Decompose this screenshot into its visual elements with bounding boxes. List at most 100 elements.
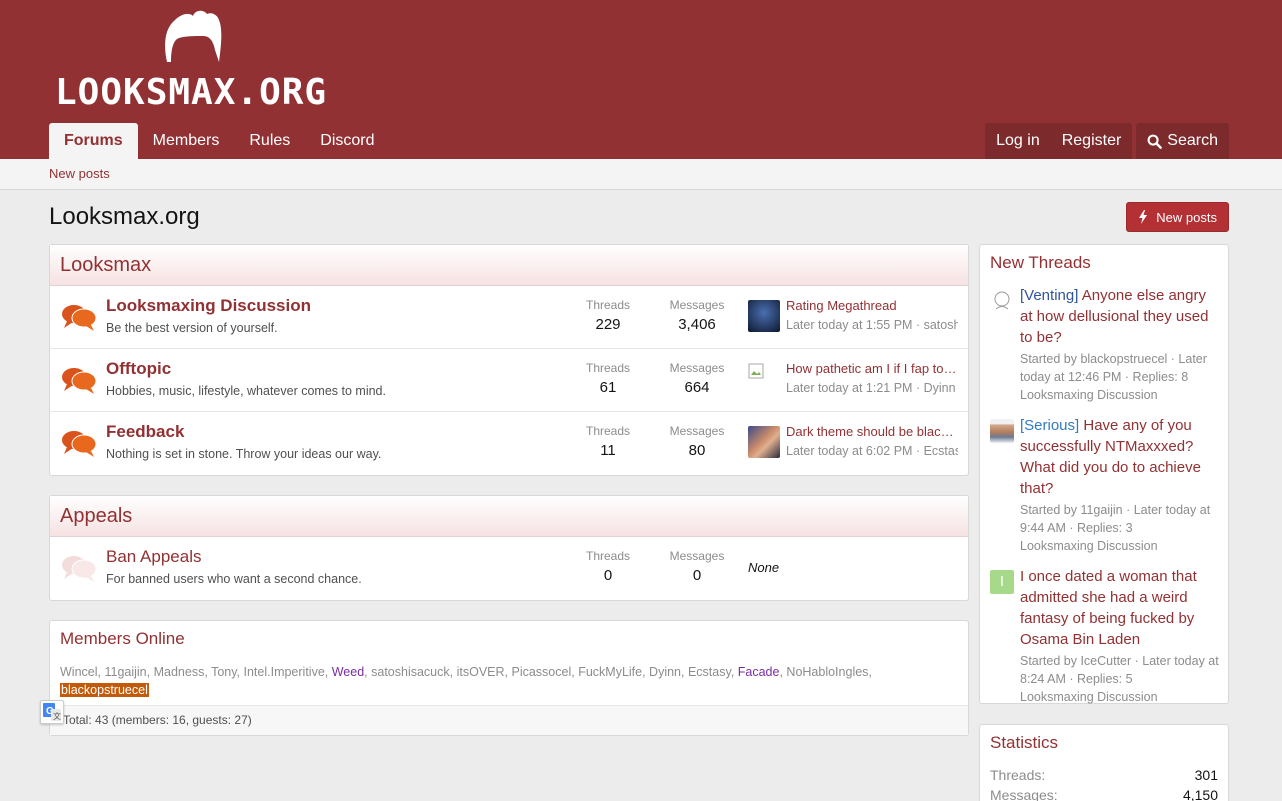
thread-title[interactable]: [Serious] Have any of you successfully N… (1020, 415, 1220, 499)
online-member-link[interactable]: itsOVER (457, 665, 505, 679)
forum-title[interactable]: Feedback (106, 422, 184, 442)
online-member-list: Wincel, 11gaijin, Madness, Tony, Intel.I… (60, 665, 872, 697)
list-item: [Serious] Have any of you successfully N… (980, 415, 1228, 555)
messages-stat: Messages 80 (666, 424, 728, 459)
members-online-title[interactable]: Members Online (50, 621, 968, 657)
threads-count: 229 (595, 316, 621, 333)
messages-stat: Messages 0 (666, 549, 728, 584)
last-post-title[interactable]: How pathetic am I if I fap to… (786, 361, 958, 376)
thread-forum[interactable]: Looksmaxing Discussion (1020, 386, 1220, 404)
online-member-link[interactable]: Ecstasy (688, 665, 731, 679)
avatar[interactable] (990, 289, 1014, 313)
statistics-title[interactable]: Statistics (980, 725, 1228, 761)
threads-stat: Threads 229 (578, 298, 638, 333)
new-threads-panel: New Threads [Venting] Anyone else angry … (979, 244, 1229, 704)
last-post-title[interactable]: Dark theme should be blac… (786, 424, 958, 439)
tab-rules[interactable]: Rules (234, 123, 305, 159)
online-member-link[interactable]: satoshisacuck (371, 665, 450, 679)
online-member-link[interactable]: 11gaijin (104, 665, 146, 679)
online-member-link[interactable]: Wincel (60, 665, 98, 679)
threads-count: 61 (599, 379, 617, 396)
category-title[interactable]: Looksmax (50, 245, 968, 286)
threads-label: Threads (585, 361, 631, 375)
forum-title[interactable]: Ban Appeals (106, 547, 201, 567)
threads-stat: Threads 61 (578, 361, 638, 396)
site-name: LOOKSMAX.ORG (55, 72, 328, 113)
thread-forum[interactable]: Looksmaxing Discussion (1020, 688, 1220, 706)
online-member-link[interactable]: Tony (211, 665, 236, 679)
last-post: How pathetic am I if I fap to… Later tod… (748, 361, 958, 401)
last-post: Rating Megathread Later today at 1:55 PM… (748, 298, 958, 338)
thread-forum[interactable]: Looksmaxing Discussion (1020, 537, 1220, 555)
new-posts-button[interactable]: New posts (1126, 202, 1229, 232)
search-label: Search (1167, 132, 1218, 149)
tab-members[interactable]: Members (138, 123, 235, 159)
forum-node: Ban Appeals For banned users who want a … (50, 537, 968, 600)
online-member-link[interactable]: Madness (154, 665, 205, 679)
online-member-link[interactable]: Intel.Imperitive (244, 665, 325, 679)
register-button[interactable]: Register (1051, 123, 1133, 159)
broken-image-icon[interactable] (748, 363, 764, 379)
thread-prefix[interactable]: [Serious] (1020, 417, 1079, 434)
forum-title[interactable]: Looksmaxing Discussion (106, 296, 311, 316)
stat-row: Messages: 4,150 (980, 787, 1228, 801)
avatar[interactable] (748, 300, 780, 332)
translate-icon[interactable]: G文 (40, 700, 64, 724)
online-member-link[interactable]: Facade (738, 665, 780, 679)
chat-bubbles-icon (62, 368, 97, 394)
messages-label: Messages (669, 361, 725, 375)
last-post-title[interactable]: Rating Megathread (786, 298, 958, 313)
new-posts-button-label: New posts (1156, 209, 1217, 225)
online-member-link[interactable]: blackopstruecel (60, 683, 149, 697)
last-post-meta: Later today at 6:02 PM · Ecstasy (786, 444, 958, 458)
site-header: LOOKSMAX.ORG Forums Members Rules Discor… (0, 0, 1282, 159)
online-member-link[interactable]: Weed (332, 665, 364, 679)
messages-label: Messages (669, 298, 725, 312)
thread-prefix[interactable]: [Venting] (1020, 287, 1078, 304)
tab-discord[interactable]: Discord (305, 123, 389, 159)
stat-value: 4,150 (1182, 787, 1218, 801)
tab-forums[interactable]: Forums (49, 123, 138, 159)
page-title: Looksmax.org (49, 203, 200, 230)
forum-description: Nothing is set in stone. Throw your idea… (106, 447, 382, 461)
avatar[interactable]: I (990, 570, 1014, 594)
chat-bubbles-read-icon (62, 556, 97, 582)
stat-value: 301 (1194, 767, 1218, 783)
thread-title[interactable]: [Venting] Anyone else angry at how dellu… (1020, 285, 1220, 348)
stat-label: Threads: (990, 767, 1046, 783)
site-logo[interactable]: LOOKSMAX.ORG (53, 10, 328, 114)
forum-node: Offtopic Hobbies, music, lifestyle, what… (50, 349, 968, 412)
online-total: Total: 43 (members: 16, guests: 27) (50, 705, 968, 735)
hair-logo-icon (165, 10, 222, 63)
thread-meta: Started by IceCutter · Later today at 8:… (1020, 654, 1219, 686)
last-post: Dark theme should be blac… Later today a… (748, 424, 958, 464)
threads-stat: Threads 11 (578, 424, 638, 459)
online-member-link[interactable]: FuckMyLife (578, 665, 642, 679)
stat-label: Messages: (990, 787, 1058, 801)
messages-count: 80 (688, 442, 706, 459)
avatar[interactable] (748, 426, 780, 458)
sub-nav: New posts (0, 159, 1282, 190)
category-appeals: Appeals Ban Appeals For banned users who… (49, 495, 969, 601)
list-item: I I once dated a woman that admitted she… (980, 566, 1228, 706)
avatar[interactable] (990, 419, 1014, 443)
online-member-link[interactable]: Picassocel (511, 665, 571, 679)
forum-node: Feedback Nothing is set in stone. Throw … (50, 412, 968, 475)
threads-label: Threads (585, 424, 631, 438)
thread-title[interactable]: I once dated a woman that admitted she h… (1020, 566, 1220, 650)
new-threads-title[interactable]: New Threads (980, 245, 1228, 281)
online-member-link[interactable]: Dyinn (649, 665, 681, 679)
messages-count: 3,406 (678, 316, 716, 333)
forum-title[interactable]: Offtopic (106, 359, 171, 379)
thread-meta: Started by blackopstruecel · Later today… (1020, 352, 1207, 384)
threads-stat: Threads 0 (578, 549, 638, 584)
threads-count: 11 (600, 442, 616, 459)
category-title[interactable]: Appeals (50, 496, 968, 537)
new-posts-link[interactable]: New posts (49, 166, 110, 181)
login-button[interactable]: Log in (985, 123, 1051, 159)
chat-bubbles-icon (62, 431, 97, 457)
online-member-link[interactable]: NoHabloIngles (786, 665, 868, 679)
search-button[interactable]: Search (1136, 123, 1229, 159)
messages-stat: Messages 3,406 (666, 298, 728, 333)
threads-count: 0 (603, 567, 613, 584)
